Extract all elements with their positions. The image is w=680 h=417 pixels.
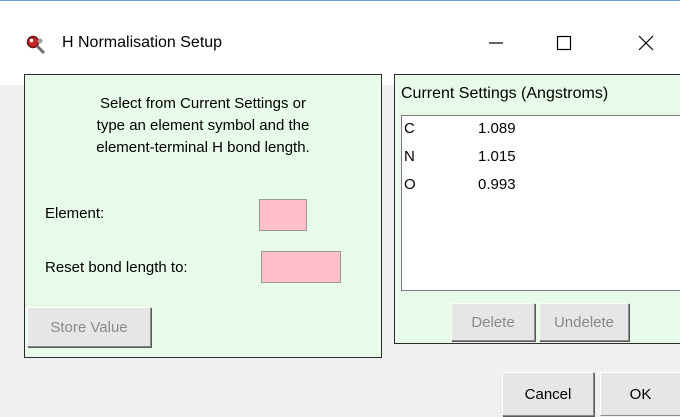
instruction-line: type an element symbol and the (96, 117, 310, 134)
instruction-line: Select from Current Settings or (100, 95, 306, 112)
cancel-button[interactable]: Cancel (502, 372, 594, 416)
reset-bond-length-input[interactable] (261, 251, 341, 283)
element-symbol: N (404, 148, 415, 165)
maximize-icon (556, 35, 572, 51)
instructions: Select from Current Settings or type an … (25, 93, 381, 159)
settings-listbox[interactable]: C 1.089 N 1.015 O 0.993 (401, 115, 680, 291)
element-symbol: O (404, 176, 416, 193)
reset-bond-length-label: Reset bond length to: (45, 259, 188, 276)
window-title: H Normalisation Setup (62, 34, 223, 51)
entry-panel: Select from Current Settings or type an … (24, 74, 382, 358)
list-item[interactable]: C 1.089 (402, 116, 680, 144)
title-bar: H Normalisation Setup (0, 0, 680, 85)
minimize-button[interactable] (466, 23, 526, 63)
ok-button[interactable]: OK (600, 372, 680, 416)
close-button[interactable] (616, 23, 676, 63)
element-label: Element: (45, 205, 105, 222)
bond-length: 1.089 (478, 120, 516, 137)
bond-length: 1.015 (478, 148, 516, 165)
element-input[interactable] (259, 199, 307, 231)
store-value-button[interactable]: Store Value (27, 307, 151, 347)
list-item[interactable]: N 1.015 (402, 144, 680, 172)
instruction-line: element-terminal H bond length. (96, 139, 310, 156)
list-item[interactable]: O 0.993 (402, 172, 680, 200)
current-settings-header: Current Settings (Angstroms) (401, 85, 609, 102)
minimize-icon (489, 42, 503, 44)
close-icon (638, 35, 654, 51)
magnifier-molecule-icon[interactable] (26, 35, 46, 55)
undelete-button[interactable]: Undelete (539, 303, 629, 341)
element-symbol: C (404, 120, 415, 137)
delete-button[interactable]: Delete (451, 303, 535, 341)
maximize-button[interactable] (534, 23, 594, 63)
current-settings-panel: Current Settings (Angstroms) C 1.089 N 1… (394, 74, 680, 344)
bond-length: 0.993 (478, 176, 516, 193)
